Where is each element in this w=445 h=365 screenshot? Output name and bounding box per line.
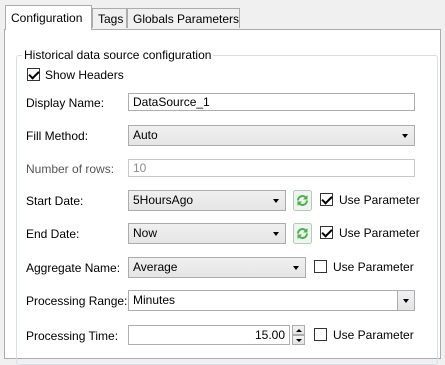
end-date-use-parameter-checkbox[interactable] [320, 226, 333, 239]
processing-time-use-parameter-label: Use Parameter [333, 328, 414, 342]
tab-label: Tags [98, 12, 124, 26]
aggregate-name-value: Average [133, 260, 178, 274]
start-date-value: 5HoursAgo [133, 193, 194, 207]
refresh-icon[interactable] [293, 223, 312, 244]
start-date-select[interactable]: 5HoursAgo [128, 190, 286, 211]
tab-label: Globals Parameters [133, 12, 240, 26]
processing-time-stepper[interactable] [292, 325, 305, 345]
end-date-value: Now [133, 226, 158, 240]
chevron-up-icon [296, 329, 302, 332]
tab-globals-parameters[interactable]: Globals Parameters [127, 8, 240, 28]
start-date-label: Start Date: [26, 194, 84, 208]
processing-time-label: Processing Time: [26, 329, 119, 343]
show-headers-checkbox[interactable] [27, 68, 40, 81]
increment-button[interactable] [292, 325, 305, 335]
display-name-input[interactable]: DataSource_1 [128, 93, 415, 111]
dropdown-button[interactable] [397, 291, 414, 310]
processing-range-label: Processing Range: [26, 294, 128, 308]
number-of-rows-input[interactable]: 10 [128, 159, 415, 177]
checkmark-icon [321, 226, 333, 238]
chevron-down-icon [273, 199, 279, 203]
processing-range-select[interactable]: Minutes [128, 290, 415, 311]
chevron-down-icon [296, 339, 302, 342]
start-date-use-parameter-checkbox[interactable] [320, 193, 333, 206]
processing-range-value: Minutes [133, 293, 176, 307]
chevron-down-icon [403, 299, 409, 303]
show-headers-label: Show Headers [45, 68, 124, 82]
tab-configuration[interactable]: Configuration [5, 5, 92, 30]
tab-tags[interactable]: Tags [92, 8, 127, 28]
tab-label: Configuration [11, 11, 83, 25]
aggregate-use-parameter-label: Use Parameter [333, 260, 414, 274]
aggregate-name-select[interactable]: Average [128, 257, 306, 278]
processing-time-use-parameter-checkbox[interactable] [314, 328, 327, 341]
group-title: Historical data source configuration [22, 48, 214, 62]
fill-method-select[interactable]: Auto [128, 125, 415, 146]
checkmark-icon [28, 68, 40, 80]
chevron-down-icon [273, 232, 279, 236]
start-date-use-parameter-label: Use Parameter [339, 193, 420, 207]
fill-method-value: Auto [133, 128, 158, 142]
processing-time-input[interactable]: 15.00 [128, 325, 290, 345]
checkmark-icon [321, 193, 333, 205]
refresh-icon[interactable] [293, 190, 312, 211]
end-date-use-parameter-label: Use Parameter [339, 226, 420, 240]
decrement-button[interactable] [292, 335, 305, 345]
number-of-rows-label: Number of rows: [26, 162, 115, 176]
fill-method-label: Fill Method: [26, 129, 89, 143]
aggregate-name-label: Aggregate Name: [26, 261, 121, 275]
end-date-select[interactable]: Now [128, 223, 286, 244]
chevron-down-icon [293, 266, 299, 270]
end-date-label: End Date: [26, 227, 80, 241]
display-name-label: Display Name: [26, 96, 105, 110]
chevron-down-icon [402, 134, 408, 138]
aggregate-use-parameter-checkbox[interactable] [314, 260, 327, 273]
